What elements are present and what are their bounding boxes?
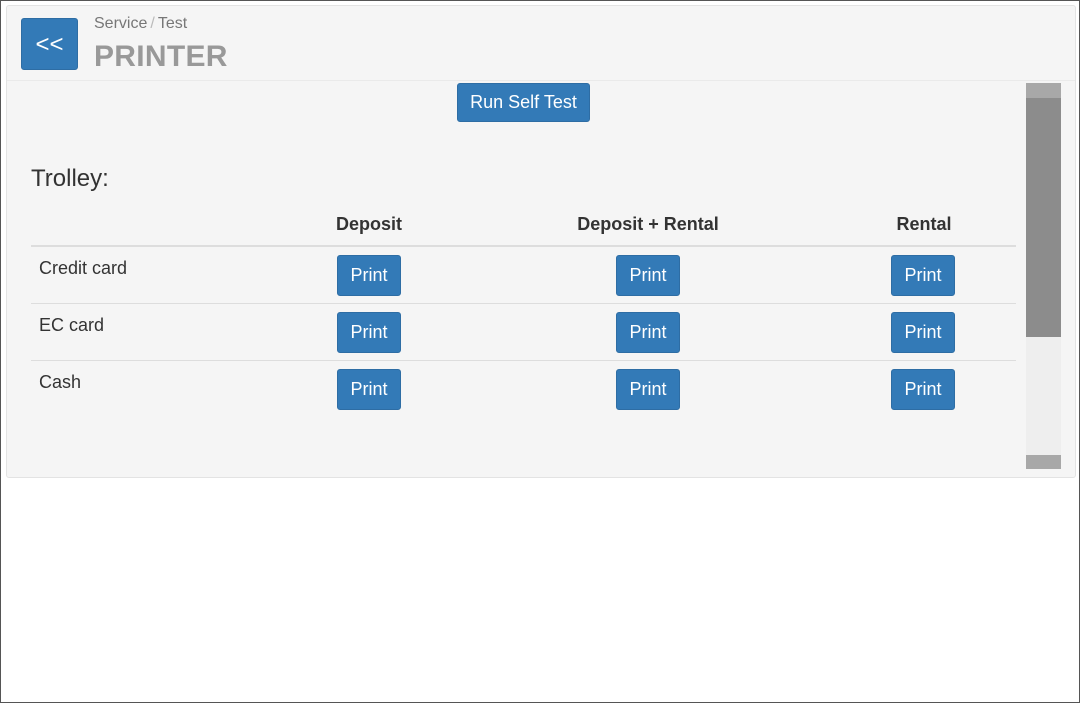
table-row-ec-card: EC card Print Print Print <box>31 304 1016 361</box>
breadcrumb: Service / Test <box>94 15 187 33</box>
column-header-deposit-rental: Deposit + Rental <box>577 214 719 234</box>
print-credit-card-deposit-button[interactable]: Print <box>337 255 401 296</box>
printer-test-panel: << Service / Test PRINTER Run Self Test Tr… <box>6 5 1076 478</box>
print-ec-card-rental-button[interactable]: Print <box>891 312 955 353</box>
back-button[interactable]: << <box>21 18 78 70</box>
breadcrumb-item-service[interactable]: Service <box>94 15 147 32</box>
column-header-rental: Rental <box>896 214 952 234</box>
row-label-ec-card: EC card <box>39 315 105 335</box>
print-ec-card-deposit-button[interactable]: Print <box>337 312 401 353</box>
run-self-test-button[interactable]: Run Self Test <box>457 83 590 122</box>
table-row-credit-card: Credit card Print Print Print <box>31 247 1016 304</box>
print-ec-card-deposit-rental-button[interactable]: Print <box>616 312 680 353</box>
breadcrumb-separator: / <box>150 15 155 32</box>
vertical-scrollbar[interactable] <box>1026 83 1061 469</box>
scroll-up-arrow[interactable] <box>1026 83 1061 98</box>
print-credit-card-rental-button[interactable]: Print <box>891 255 955 296</box>
row-label-credit-card: Credit card <box>39 258 128 278</box>
page-title: PRINTER <box>94 40 228 73</box>
scroll-thumb[interactable] <box>1026 98 1061 337</box>
print-cash-deposit-button[interactable]: Print <box>337 369 401 410</box>
header-divider <box>7 80 1075 81</box>
row-label-cash: Cash <box>39 372 82 392</box>
app-window: << Service / Test PRINTER Run Self Test Tr… <box>0 0 1080 703</box>
scroll-down-arrow[interactable] <box>1026 455 1061 469</box>
column-header-deposit: Deposit <box>335 214 403 234</box>
print-credit-card-deposit-rental-button[interactable]: Print <box>616 255 680 296</box>
table-row-cash: Cash Print Print Print <box>31 361 1016 418</box>
print-cash-deposit-rental-button[interactable]: Print <box>616 369 680 410</box>
print-cash-rental-button[interactable]: Print <box>891 369 955 410</box>
section-title-trolley: Trolley: <box>31 165 109 192</box>
breadcrumb-item-test: Test <box>157 15 188 32</box>
